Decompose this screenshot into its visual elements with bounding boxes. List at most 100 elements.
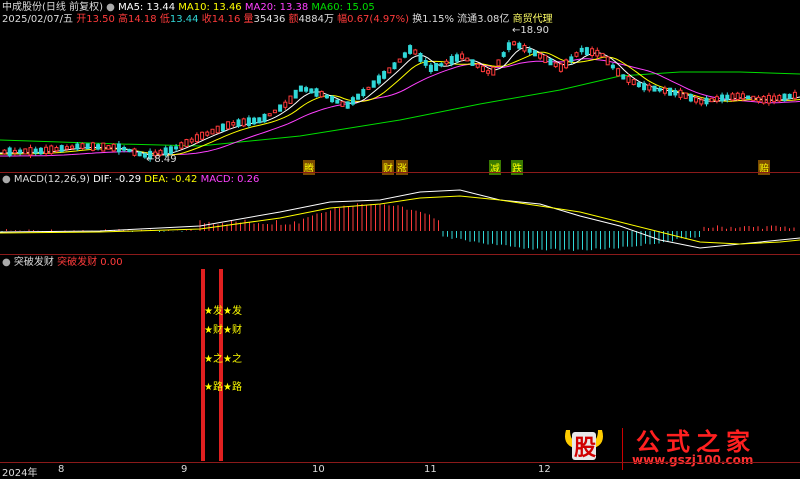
- candle-body: [642, 82, 647, 91]
- candle-body: [210, 128, 215, 135]
- candle-body: [397, 58, 402, 63]
- candle-body: [610, 64, 615, 69]
- ma10-line: [0, 51, 800, 156]
- candle-body: [423, 60, 428, 66]
- ma5-label: MA5: 13.44: [118, 2, 176, 13]
- settings-icon[interactable]: ●: [106, 2, 115, 13]
- low-price-label: ←8.49: [146, 154, 177, 165]
- candle-body: [439, 63, 444, 67]
- candle-body: [772, 95, 777, 102]
- candlestick-chart[interactable]: [0, 24, 800, 174]
- candle-body: [64, 146, 69, 150]
- candle-body: [288, 95, 293, 104]
- candle-body: [402, 52, 407, 58]
- candle-body: [59, 145, 64, 152]
- candle-body: [262, 113, 267, 123]
- candle-body: [616, 68, 621, 77]
- candle-body: [309, 88, 314, 94]
- peak-price-label: ←18.90: [512, 25, 550, 36]
- candle-body: [512, 41, 517, 46]
- candle-body: [652, 85, 657, 92]
- candle-body: [345, 101, 350, 109]
- candle-body: [85, 143, 90, 150]
- candle-body: [725, 94, 730, 101]
- candle-body: [720, 94, 725, 102]
- ma20-label: MA20: 13.38: [244, 2, 309, 13]
- candle-body: [340, 101, 345, 107]
- macd-title[interactable]: MACD(12,26,9): [14, 174, 90, 185]
- candle-body: [496, 59, 501, 67]
- candle-body: [709, 97, 714, 103]
- watermark-logo: 股: [562, 424, 606, 464]
- signal-text-lu-1: ★路: [204, 382, 223, 393]
- signal-text-zhi-1: ★之: [204, 354, 223, 365]
- candle-body: [428, 64, 433, 72]
- signal-text-fa-2: ★发: [223, 306, 242, 317]
- candle-body: [33, 148, 38, 154]
- macd-chart[interactable]: [0, 186, 800, 254]
- candle-body: [361, 89, 366, 97]
- candle-body: [194, 134, 199, 143]
- candle-body: [517, 42, 522, 49]
- macd-header: ● MACD(12,26,9) DIF: -0.29 DEA: -0.42 MA…: [2, 174, 259, 186]
- candle-body: [538, 53, 543, 59]
- signal-text-cai-2: ★财: [223, 325, 242, 336]
- candle-body: [434, 63, 439, 71]
- x-axis: [0, 462, 800, 463]
- signal-bar-2: [219, 269, 223, 461]
- candle-body: [486, 70, 491, 74]
- xaxis-label-9: 9: [181, 464, 188, 475]
- candle-body: [491, 66, 496, 76]
- candle-body: [376, 75, 381, 84]
- candle-body: [740, 93, 745, 100]
- signal-text-zhi-2: ★之: [223, 354, 242, 365]
- candle-body: [335, 99, 340, 104]
- macd-value: MACD: 0.26: [200, 174, 260, 185]
- stock-title[interactable]: 中成股份(日线 前复权): [2, 2, 103, 13]
- candle-body: [678, 89, 683, 98]
- candle-body: [96, 144, 101, 150]
- candle-body: [293, 89, 298, 99]
- candle-body: [252, 117, 257, 125]
- candle-body: [54, 147, 59, 152]
- panel-divider-2: [0, 254, 800, 255]
- candle-body: [662, 87, 667, 94]
- candle-body: [558, 63, 563, 72]
- candle-body: [257, 117, 262, 124]
- candle-body: [127, 148, 132, 152]
- candle-body: [137, 151, 142, 157]
- candle-body: [761, 96, 766, 104]
- candle-body: [350, 97, 355, 105]
- candle-body: [241, 118, 246, 127]
- candle-body: [7, 147, 12, 157]
- candle-body: [319, 90, 324, 98]
- candle-body: [272, 109, 277, 114]
- candle-body: [756, 96, 761, 102]
- candle-body: [564, 59, 569, 69]
- macd-settings-icon[interactable]: ●: [2, 174, 11, 185]
- candle-body: [80, 143, 85, 149]
- candle-body: [506, 42, 511, 51]
- xaxis-label-12: 12: [538, 464, 551, 475]
- candle-body: [106, 145, 111, 150]
- candle-body: [356, 93, 361, 100]
- candle-body: [548, 58, 553, 66]
- main-header-row1: 中成股份(日线 前复权) ● MA5: 13.44 MA10: 13.46 MA…: [2, 2, 375, 14]
- candle-body: [44, 146, 49, 155]
- candle-body: [314, 88, 319, 97]
- ma10-label: MA10: 13.46: [178, 2, 242, 13]
- candle-body: [70, 145, 75, 149]
- macd-dea: DEA: -0.42: [144, 174, 198, 185]
- watermark-logo-char: 股: [574, 435, 597, 461]
- candle-body: [366, 86, 371, 90]
- candle-body: [371, 80, 376, 88]
- candle-body: [647, 84, 652, 91]
- candle-body: [465, 57, 470, 62]
- candle-body: [553, 62, 558, 68]
- ma5-line: [0, 46, 800, 156]
- candle-body: [574, 52, 579, 57]
- candle-body: [766, 94, 771, 104]
- candle-body: [584, 47, 589, 56]
- candle-body: [522, 44, 527, 52]
- macd-dea-line: [0, 195, 800, 245]
